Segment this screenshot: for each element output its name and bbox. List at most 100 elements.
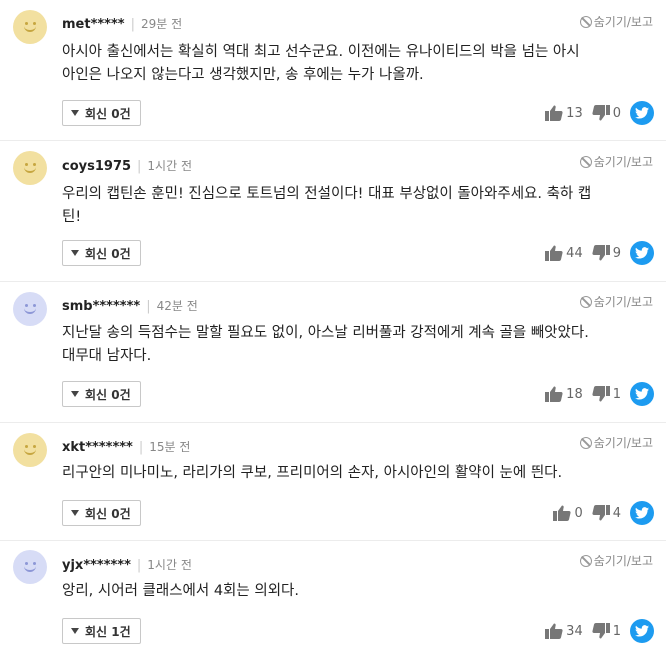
comment-line: 리구안의 미나미노, 라리가의 쿠보, 프리미어의 손자, 아시아인의 활약이 … — [62, 465, 563, 481]
comment-actions: 18 1 — [545, 382, 654, 406]
dislike-count: 1 — [612, 386, 621, 402]
comment-text: 지난달 송의 득점수는 말할 필요도 없이, 아스날 리버풀과 강적에게 계속 … — [62, 322, 654, 368]
comment-meta: coys1975 | 1시간 전 — [62, 159, 192, 174]
reply-count: 회신 0건 — [85, 246, 131, 261]
comment-text: 앙리, 시어러 클래스에서 4회는 의외다. — [62, 580, 654, 603]
reply-toggle-button[interactable]: 회신 0건 — [62, 381, 141, 407]
caret-down-icon — [71, 110, 79, 116]
thumbs-up-icon — [545, 623, 563, 639]
dislike-count: 9 — [612, 245, 621, 261]
twitter-icon — [635, 388, 649, 400]
comment-line: 우리의 캡틴손 훈민! 진심으로 토트넘의 전설이다! 대표 부상없이 돌아와주… — [62, 186, 592, 202]
thumbs-down-icon — [592, 386, 610, 402]
comment-item: yjx******* | 1시간 전 숨기기/보고 앙리, 시어러 클래스에서 4회… — [0, 541, 666, 656]
comment-text: 리구안의 미나미노, 라리가의 쿠보, 프리미어의 손자, 아시아인의 활약이 … — [62, 462, 654, 485]
block-icon — [579, 156, 592, 168]
comment-meta: yjx******* | 1시간 전 — [62, 558, 192, 573]
comment-actions: 0 4 — [553, 501, 654, 525]
avatar — [13, 151, 47, 185]
like-button[interactable]: 13 — [545, 105, 583, 121]
twitter-share-button[interactable] — [630, 101, 654, 125]
like-button[interactable]: 34 — [545, 623, 583, 639]
dislike-button[interactable]: 9 — [592, 245, 621, 261]
twitter-share-button[interactable] — [630, 619, 654, 643]
thumbs-down-icon — [592, 505, 610, 521]
thumbs-down-icon — [592, 623, 610, 639]
twitter-icon — [635, 247, 649, 259]
author-name[interactable]: smb******* — [62, 299, 140, 314]
comment-line: 아인은 나오지 않는다고 생각했지만, 송 후에는 누가 나올까. — [62, 67, 424, 83]
thumbs-up-icon — [553, 505, 572, 521]
hide-report-label: 숨기기/보고 — [593, 295, 653, 309]
dislike-button[interactable]: 1 — [592, 623, 621, 639]
twitter-icon — [635, 107, 649, 119]
timestamp: 1시간 전 — [147, 159, 192, 173]
like-button[interactable]: 18 — [545, 386, 583, 402]
caret-down-icon — [71, 391, 79, 397]
reply-count: 회신 0건 — [85, 106, 131, 121]
hide-report-label: 숨기기/보고 — [593, 155, 653, 169]
comment-item: smb******* | 42분 전 숨기기/보고 지난달 송의 득점수는 말할 필… — [0, 282, 666, 422]
comment-line: 아시아 출신에서는 확실히 역대 최고 선수군요. 이전에는 유나이티드의 박을… — [62, 44, 580, 60]
reply-toggle-button[interactable]: 회신 1건 — [62, 618, 141, 644]
comment-line: 틴! — [62, 209, 82, 225]
reply-count: 회신 1건 — [85, 624, 131, 639]
author-name[interactable]: yjx******* — [62, 558, 131, 573]
block-icon — [579, 296, 592, 308]
comment-line: 앙리, 시어러 클래스에서 4회는 의외다. — [62, 583, 299, 599]
dislike-count: 0 — [612, 105, 621, 121]
comment-actions: 34 1 — [545, 619, 654, 643]
reply-toggle-button[interactable]: 회신 0건 — [62, 500, 141, 526]
thumbs-down-icon — [592, 245, 610, 261]
twitter-icon — [635, 507, 649, 519]
comment-text: 아시아 출신에서는 확실히 역대 최고 선수군요. 이전에는 유나이티드의 박을… — [62, 41, 654, 87]
comment-actions: 44 9 — [545, 241, 654, 265]
block-icon — [579, 437, 592, 449]
like-button[interactable]: 0 — [553, 505, 583, 521]
hide-report-button[interactable]: 숨기기/보고 — [579, 153, 653, 170]
avatar — [13, 10, 47, 44]
like-count: 34 — [566, 623, 583, 639]
comment-meta: xkt******* | 15분 전 — [62, 440, 191, 455]
hide-report-button[interactable]: 숨기기/보고 — [579, 552, 653, 569]
reply-toggle-button[interactable]: 회신 0건 — [62, 240, 141, 266]
caret-down-icon — [71, 510, 79, 516]
comment-actions: 13 0 — [545, 101, 654, 125]
like-count: 13 — [566, 105, 583, 121]
comment-item: met***** | 29분 전 숨기기/보고 아시아 출신에서는 확실히 역대 최… — [0, 0, 666, 140]
thumbs-down-icon — [592, 105, 610, 121]
block-icon — [579, 16, 592, 28]
thumbs-up-icon — [545, 105, 563, 121]
like-count: 0 — [574, 505, 583, 521]
twitter-share-button[interactable] — [630, 501, 654, 525]
dislike-button[interactable]: 1 — [592, 386, 621, 402]
like-button[interactable]: 44 — [545, 245, 583, 261]
hide-report-label: 숨기기/보고 — [593, 436, 653, 450]
twitter-share-button[interactable] — [630, 382, 654, 406]
author-name[interactable]: coys1975 — [62, 159, 131, 174]
avatar — [13, 433, 47, 467]
author-name[interactable]: met***** — [62, 17, 125, 32]
dislike-button[interactable]: 4 — [592, 505, 621, 521]
hide-report-label: 숨기기/보고 — [593, 15, 653, 29]
hide-report-button[interactable]: 숨기기/보고 — [579, 434, 653, 451]
author-name[interactable]: xkt******* — [62, 440, 133, 455]
like-count: 18 — [566, 386, 583, 402]
comment-text: 우리의 캡틴손 훈민! 진심으로 토트넘의 전설이다! 대표 부상없이 돌아와주… — [62, 183, 654, 229]
comment-item: coys1975 | 1시간 전 숨기기/보고 우리의 캡틴손 훈민! 진심으로 토… — [0, 141, 666, 281]
comment-list: met***** | 29분 전 숨기기/보고 아시아 출신에서는 확실히 역대 최… — [0, 0, 666, 656]
hide-report-button[interactable]: 숨기기/보고 — [579, 13, 653, 30]
reply-toggle-button[interactable]: 회신 0건 — [62, 100, 141, 126]
hide-report-button[interactable]: 숨기기/보고 — [579, 293, 653, 310]
block-icon — [579, 555, 592, 567]
timestamp: 15분 전 — [149, 440, 191, 454]
thumbs-up-icon — [545, 245, 563, 261]
thumbs-up-icon — [545, 386, 563, 402]
timestamp: 29분 전 — [140, 17, 183, 31]
timestamp: 42분 전 — [156, 299, 198, 313]
reply-count: 회신 0건 — [85, 387, 131, 402]
twitter-share-button[interactable] — [630, 241, 654, 265]
dislike-count: 1 — [612, 623, 621, 639]
like-count: 44 — [566, 245, 583, 261]
dislike-button[interactable]: 0 — [592, 105, 621, 121]
